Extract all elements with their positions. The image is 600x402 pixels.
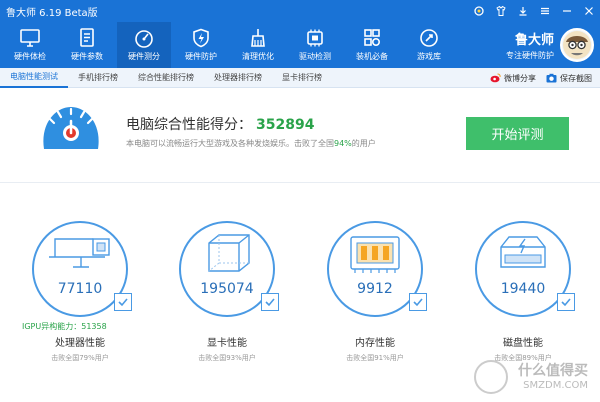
- memory-title: 内存性能: [355, 338, 395, 349]
- weibo-share-button[interactable]: 微博分享: [490, 73, 536, 84]
- tool-driver-detect[interactable]: 驱动检测: [288, 22, 342, 68]
- tool-label: 游戏库: [417, 52, 441, 61]
- weibo-icon: [490, 73, 501, 83]
- gpu-card: 195074 显卡性能 击败全国93%用户: [177, 221, 279, 363]
- memory-card: 9912 内存性能 击败全国91%用户: [325, 221, 427, 363]
- camera-icon: [546, 73, 557, 83]
- disk-icon: [495, 231, 551, 279]
- tool-game-library[interactable]: 游戏库: [402, 22, 456, 68]
- graphics-card-icon: [199, 231, 255, 279]
- tool-label: 硬件体检: [14, 52, 46, 61]
- disk-title: 磁盘性能: [503, 338, 543, 349]
- tool-label: 硬件防护: [185, 52, 217, 61]
- tool-label: 清理优化: [242, 52, 274, 61]
- tool-hardware-params[interactable]: 硬件参数: [60, 22, 114, 68]
- cpu-rank: 击败全国79%用户: [51, 354, 109, 362]
- close-icon[interactable]: [578, 0, 600, 22]
- tool-label: 硬件参数: [71, 52, 103, 61]
- rocket-icon: [418, 28, 440, 48]
- tab-phone-ranking[interactable]: 手机排行榜: [68, 68, 128, 88]
- tool-essentials[interactable]: 装机必备: [345, 22, 399, 68]
- shield-icon: [190, 28, 212, 48]
- cpu-icon: [45, 231, 115, 279]
- weibo-share-label: 微博分享: [504, 73, 536, 83]
- document-icon: [76, 28, 98, 48]
- score-title: 电脑综合性能得分： 352894: [126, 114, 314, 134]
- gauge-icon: [38, 103, 104, 153]
- broom-icon: [247, 28, 269, 48]
- score-sub-suffix: 的用户: [351, 139, 376, 148]
- tool-label: 驱动检测: [299, 52, 331, 61]
- memory-score: 9912: [357, 281, 393, 297]
- save-screenshot-label: 保存截图: [560, 73, 592, 83]
- watermark-logo-icon: [474, 360, 508, 394]
- cpu-score-circle: 77110: [32, 221, 132, 317]
- tab-cpu-ranking[interactable]: 处理器排行榜: [204, 68, 272, 88]
- cpu-check-icon: [114, 293, 132, 311]
- igpu-score: IGPU异构能力：51358: [22, 322, 107, 331]
- start-benchmark-button[interactable]: 开始评测: [466, 117, 569, 150]
- tool-label: 硬件测分: [128, 52, 160, 61]
- cpu-card: 77110 IGPU异构能力：51358 处理器性能 击败全国79%用户: [22, 221, 132, 363]
- main-toolbar: 硬件体检 硬件参数 硬件测分 硬件防护 清理优化 驱动检测 装机必备 游戏库 鲁…: [0, 22, 600, 68]
- score-description: 本电脑可以流畅运行大型游戏及各种发烧娱乐。击败了全国94%的用户: [126, 138, 376, 149]
- share-area: 微博分享 保存截图: [480, 68, 592, 88]
- memory-score-circle: 9912: [327, 221, 427, 317]
- component-cards: 77110 IGPU异构能力：51358 处理器性能 击败全国79%用户 195…: [0, 183, 600, 402]
- chip-icon: [304, 28, 326, 48]
- gpu-score: 195074: [200, 281, 254, 297]
- watermark-line2: SMZDM.COM: [523, 380, 588, 391]
- gpu-check-icon: [261, 293, 279, 311]
- menu-icon[interactable]: [534, 0, 556, 22]
- disk-check-icon: [557, 293, 575, 311]
- tab-gpu-ranking[interactable]: 显卡排行榜: [272, 68, 332, 88]
- memory-icon: [347, 231, 403, 279]
- sub-tab-bar: 电脑性能测试 手机排行榜 综合性能排行榜 处理器排行榜 显卡排行榜 微博分享 保…: [0, 68, 600, 88]
- apps-icon: [361, 28, 383, 48]
- window-title: 鲁大师 6.19 Beta版: [6, 7, 98, 19]
- gpu-title: 显卡性能: [207, 338, 247, 349]
- score-panel: 电脑综合性能得分： 352894 本电脑可以流畅运行大型游戏及各种发烧娱乐。击败了…: [0, 88, 600, 183]
- gpu-rank: 击败全国93%用户: [198, 354, 256, 362]
- cpu-score: 77110: [57, 281, 103, 297]
- shirt-icon[interactable]: [490, 0, 512, 22]
- watermark: 什么值得买 SMZDM.COM: [472, 358, 592, 398]
- tool-label: 装机必备: [356, 52, 388, 61]
- gpu-score-circle: 195074: [179, 221, 279, 317]
- score-sub-prefix: 本电脑可以流畅运行大型游戏及各种发烧娱乐。击败了全国: [126, 139, 334, 148]
- download-icon[interactable]: [512, 0, 534, 22]
- disk-score: 19440: [500, 281, 546, 297]
- gift-icon[interactable]: [468, 0, 490, 22]
- tool-hardware-protect[interactable]: 硬件防护: [174, 22, 228, 68]
- disk-score-circle: 19440: [475, 221, 575, 317]
- cpu-title: 处理器性能: [55, 338, 105, 349]
- save-screenshot-button[interactable]: 保存截图: [546, 73, 592, 84]
- watermark-line1: 什么值得买: [518, 363, 588, 379]
- monitor-icon: [19, 28, 41, 48]
- brand-name: 鲁大师: [514, 33, 554, 48]
- tab-overall-ranking[interactable]: 综合性能排行榜: [128, 68, 204, 88]
- disk-card: 19440 磁盘性能 击败全国89%用户: [473, 221, 575, 363]
- memory-rank: 击败全国91%用户: [346, 354, 404, 362]
- mascot-logo-icon[interactable]: [560, 28, 594, 62]
- score-sub-percent: 94%: [334, 139, 352, 148]
- speedometer-icon: [133, 28, 155, 48]
- tool-hardware-check[interactable]: 硬件体检: [3, 22, 57, 68]
- score-value: 352894: [256, 117, 315, 133]
- memory-check-icon: [409, 293, 427, 311]
- brand-slogan: 专注硬件防护: [506, 51, 554, 60]
- tool-hardware-benchmark[interactable]: 硬件测分: [117, 22, 171, 68]
- brand-area: 鲁大师 专注硬件防护: [506, 22, 594, 68]
- tool-clean-optimize[interactable]: 清理优化: [231, 22, 285, 68]
- title-bar: 鲁大师 6.19 Beta版: [0, 0, 600, 22]
- minimize-icon[interactable]: [556, 0, 578, 22]
- tab-pc-benchmark[interactable]: 电脑性能测试: [0, 68, 68, 88]
- score-label: 电脑综合性能得分：: [126, 117, 252, 133]
